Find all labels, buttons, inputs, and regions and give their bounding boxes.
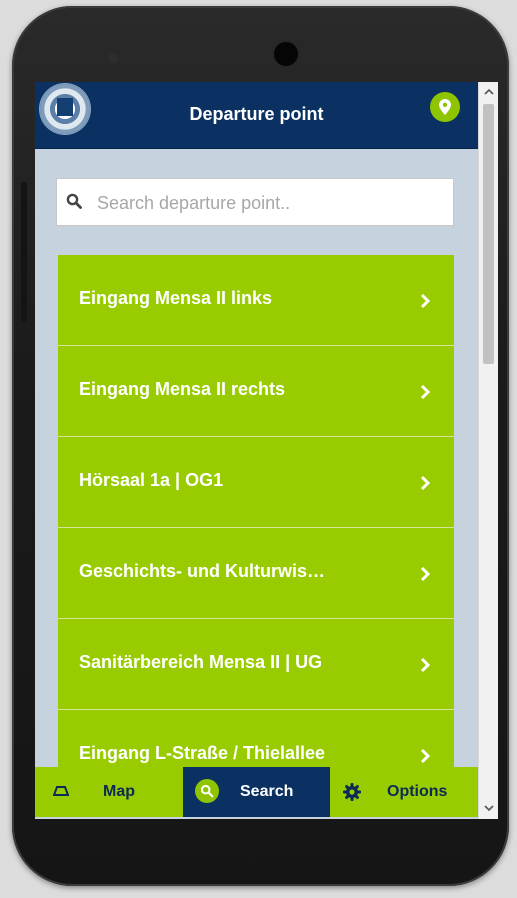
location-pin-icon: [439, 99, 451, 115]
list-item[interactable]: Eingang L-Straße / Thielallee: [58, 710, 454, 775]
chevron-right-icon: [420, 657, 430, 673]
search-box: [56, 178, 454, 226]
map-icon: [53, 786, 69, 796]
chevron-right-icon: [420, 293, 430, 309]
tab-search[interactable]: Search: [183, 767, 330, 817]
scrollbar-thumb[interactable]: [483, 104, 494, 364]
departure-list: Eingang Mensa II links Eingang Mensa II …: [58, 255, 454, 775]
search-input[interactable]: [95, 190, 449, 216]
list-item[interactable]: Eingang Mensa II rechts: [58, 346, 454, 437]
page-title: Departure point: [189, 104, 324, 124]
chevron-up-icon: [484, 88, 494, 95]
list-item-label: Eingang Mensa II rechts: [79, 379, 286, 399]
proximity-sensor: [108, 53, 118, 63]
scroll-down-arrow[interactable]: [479, 800, 498, 816]
tab-options-label: Options: [387, 783, 448, 800]
chevron-right-icon: [420, 566, 430, 582]
list-item-label: Sanitärbereich Mensa II | UG: [79, 652, 323, 672]
search-icon: [66, 193, 82, 209]
list-item-label: Eingang Mensa II links: [79, 288, 273, 308]
gear-icon: [343, 783, 361, 801]
side-button: [21, 182, 27, 322]
tab-search-label: Search: [240, 783, 294, 800]
list-item-label: Geschichts- und Kulturwis…: [79, 561, 326, 581]
chevron-down-icon: [484, 805, 494, 812]
chevron-right-icon: [420, 748, 430, 764]
tab-map-label: Map: [103, 783, 135, 800]
list-item[interactable]: Hörsaal 1a | OG1: [58, 437, 454, 528]
front-camera: [274, 42, 298, 66]
list-item-label: Hörsaal 1a | OG1: [79, 470, 224, 490]
scrollbar[interactable]: [478, 82, 498, 819]
bottom-nav: Map Search Options: [35, 767, 478, 817]
list-item[interactable]: Eingang Mensa II links: [58, 255, 454, 346]
chevron-right-icon: [420, 384, 430, 400]
chevron-right-icon: [420, 475, 430, 491]
app-screen: Departure point Eingang Mensa II links E…: [35, 82, 498, 819]
tab-map[interactable]: Map: [35, 767, 182, 817]
location-button[interactable]: [430, 92, 460, 122]
app-header: Departure point: [35, 82, 478, 149]
list-item[interactable]: Sanitärbereich Mensa II | UG: [58, 619, 454, 710]
tab-options[interactable]: Options: [331, 767, 478, 817]
scroll-up-arrow[interactable]: [479, 84, 498, 100]
list-item[interactable]: Geschichts- und Kulturwis…: [58, 528, 454, 619]
search-icon: [195, 779, 219, 803]
list-item-label: Eingang L-Straße / Thielallee: [79, 743, 326, 763]
